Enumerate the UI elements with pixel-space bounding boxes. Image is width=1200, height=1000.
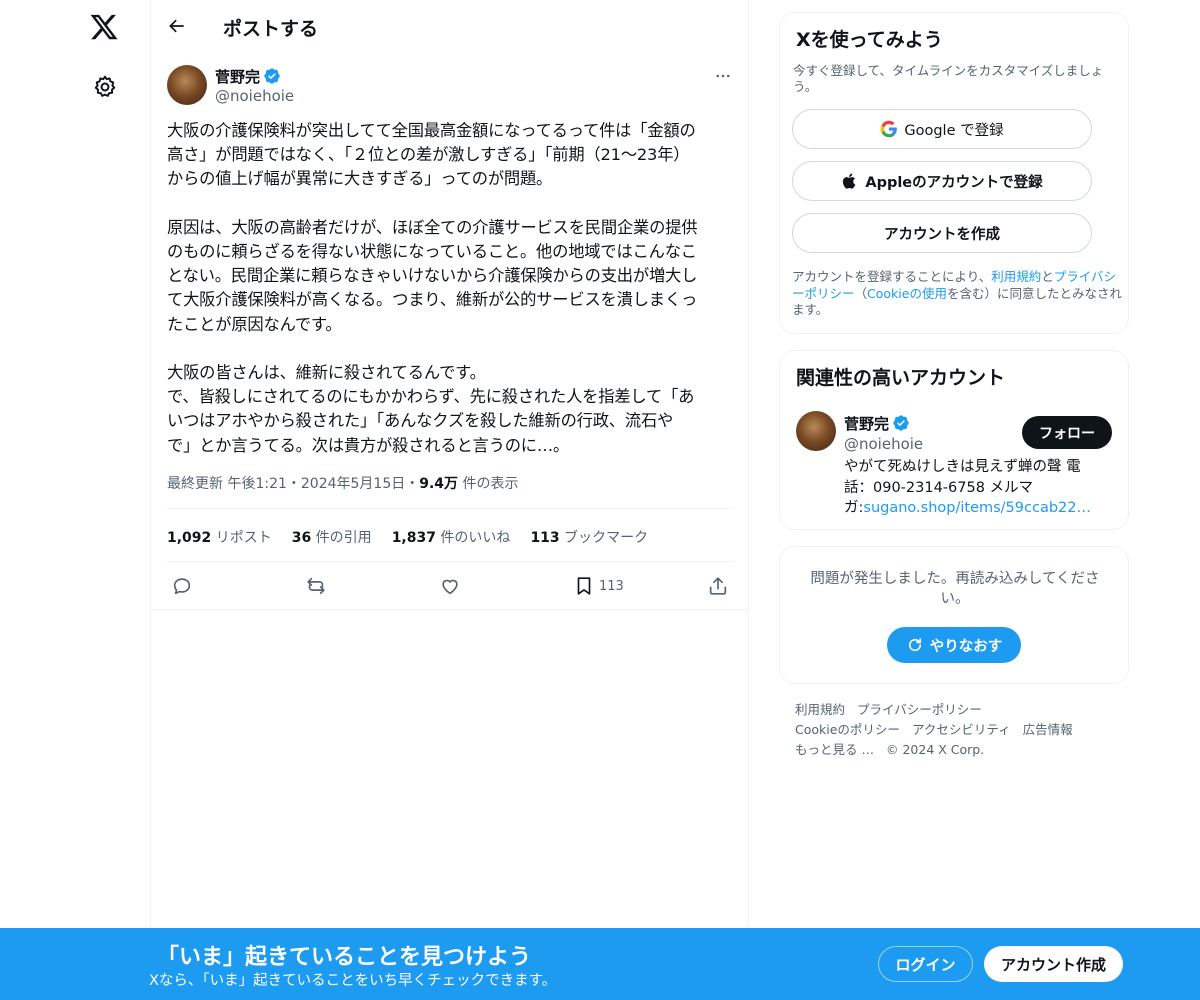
divider	[167, 561, 734, 562]
apple-signup-label: Appleのアカウントで登録	[865, 174, 1043, 191]
google-signup-button[interactable]: Google で登録	[792, 109, 1092, 149]
google-icon	[880, 120, 898, 138]
bookmark-button[interactable]: 113	[573, 571, 624, 601]
follow-button[interactable]: フォロー	[1022, 416, 1112, 449]
terms-link[interactable]: 利用規約	[991, 269, 1041, 284]
apple-icon	[841, 172, 859, 190]
bookmarks-stat[interactable]: 113 ブックマーク	[530, 527, 648, 547]
footer-privacy-link[interactable]: プライバシーポリシー	[857, 702, 982, 717]
left-nav	[0, 0, 150, 1000]
verified-badge-icon	[264, 68, 280, 84]
top-bar: ポストする	[151, 0, 749, 53]
copyright: © 2024 X Corp.	[885, 742, 985, 757]
gear-icon[interactable]	[92, 74, 118, 100]
tweet-stats: 1,092 リポスト 36 件の引用 1,837 件のいいね 113 ブックマー…	[167, 527, 648, 547]
signup-card: Xを使ってみよう 今すぐ登録して、タイムラインをカスタマイズしましょう。 Goo…	[779, 12, 1129, 334]
banner-subtitle: Xなら、「いま」起きていることをいち早くチェックできます。	[149, 973, 557, 989]
more-options-icon[interactable]	[711, 64, 735, 88]
footer-accessibility-link[interactable]: アクセシビリティ	[912, 722, 1011, 737]
related-name[interactable]: 菅野完	[844, 413, 889, 434]
related-card-title: 関連性の高いアカウント	[796, 367, 1006, 389]
apple-signup-button[interactable]: Appleのアカウントで登録	[792, 161, 1092, 201]
author-name[interactable]: 菅野完	[215, 66, 260, 87]
quotes-stat[interactable]: 36 件の引用	[292, 527, 372, 547]
signup-card-title: Xを使ってみよう	[796, 29, 943, 51]
bookmark-count: 113	[599, 578, 624, 594]
error-card: 問題が発生しました。再読み込みしてください。 やりなおす	[779, 546, 1129, 684]
tweet-text: 大阪の介護保険料が突出してて全国最高金額になってるって件は「金額の 高さ」が問題…	[167, 121, 698, 455]
author-handle[interactable]: @noiehoie	[215, 87, 294, 105]
divider	[151, 609, 749, 610]
login-button[interactable]: ログイン	[878, 946, 973, 982]
likes-stat[interactable]: 1,837 件のいいね	[392, 527, 511, 547]
tweet-meta: 最終更新 午後1:21・2024年5月15日・9.4万 件の表示	[167, 473, 519, 493]
reposts-stat[interactable]: 1,092 リポスト	[167, 527, 272, 547]
page-title: ポストする	[223, 18, 319, 40]
author-avatar[interactable]	[167, 65, 207, 105]
footer-cookie-link[interactable]: Cookieのポリシー	[795, 722, 900, 737]
related-accounts-card: 関連性の高いアカウント 菅野完 @noiehoie フォロー やがて死ぬけしきは…	[779, 350, 1129, 530]
legal-notice: アカウントを登録することにより、利用規約とプライバシーポリシー（Cookieの使…	[792, 269, 1122, 317]
sidebar-footer: 利用規約 プライバシーポリシー Cookieのポリシー アクセシビリティ 広告情報 も…	[795, 700, 1125, 760]
related-handle: @noiehoie	[844, 435, 924, 453]
x-logo-icon[interactable]	[89, 12, 121, 44]
share-icon[interactable]	[707, 571, 729, 601]
repost-icon[interactable]	[305, 571, 327, 601]
retry-label: やりなおす	[929, 638, 1003, 655]
footer-terms-link[interactable]: 利用規約	[795, 702, 845, 717]
footer-ads-link[interactable]: 広告情報	[1023, 722, 1073, 737]
main-column: ポストする 菅野完 @noiehoie 大阪の介護保険料が突出してて全国最高金額…	[150, 0, 749, 1000]
related-avatar[interactable]	[796, 411, 836, 451]
create-account-button[interactable]: アカウントを作成	[792, 213, 1092, 253]
back-arrow-icon[interactable]	[163, 12, 191, 40]
views-label: 件の表示	[458, 476, 519, 492]
error-message: 問題が発生しました。再読み込みしてください。	[810, 571, 1100, 607]
signup-card-subtitle: 今すぐ登録して、タイムラインをカスタマイズしましょう。	[793, 63, 1104, 94]
verified-badge-icon	[893, 415, 909, 431]
bookmark-icon	[577, 577, 591, 595]
views-count: 9.4万	[419, 476, 459, 492]
retry-button[interactable]: やりなおす	[887, 627, 1021, 663]
refresh-icon	[908, 638, 921, 652]
google-signup-label: Google で登録	[904, 122, 1004, 139]
divider	[167, 508, 734, 509]
cookie-link[interactable]: Cookieの使用	[867, 286, 947, 301]
tweet-timestamp[interactable]: 最終更新 午後1:21・2024年5月15日・	[167, 476, 419, 492]
like-icon[interactable]	[439, 571, 461, 601]
banner-title: 「いま」起きていることを見つけよう	[157, 945, 532, 970]
related-bio: やがて死ぬけしきは見えず蝉の聲 電話：090-2314-6758 メルマガ:su…	[844, 459, 1091, 516]
footer-more-link[interactable]: もっと見る …	[795, 742, 874, 757]
bio-link[interactable]: sugano.shop/items/59ccab22…	[863, 500, 1091, 516]
tweet-actions: 113	[167, 571, 733, 601]
reply-icon[interactable]	[171, 571, 193, 601]
signup-button[interactable]: アカウント作成	[984, 946, 1123, 982]
bottom-signup-banner: 「いま」起きていることを見つけよう Xなら、「いま」起きていることをいち早くチェ…	[0, 928, 1200, 1000]
